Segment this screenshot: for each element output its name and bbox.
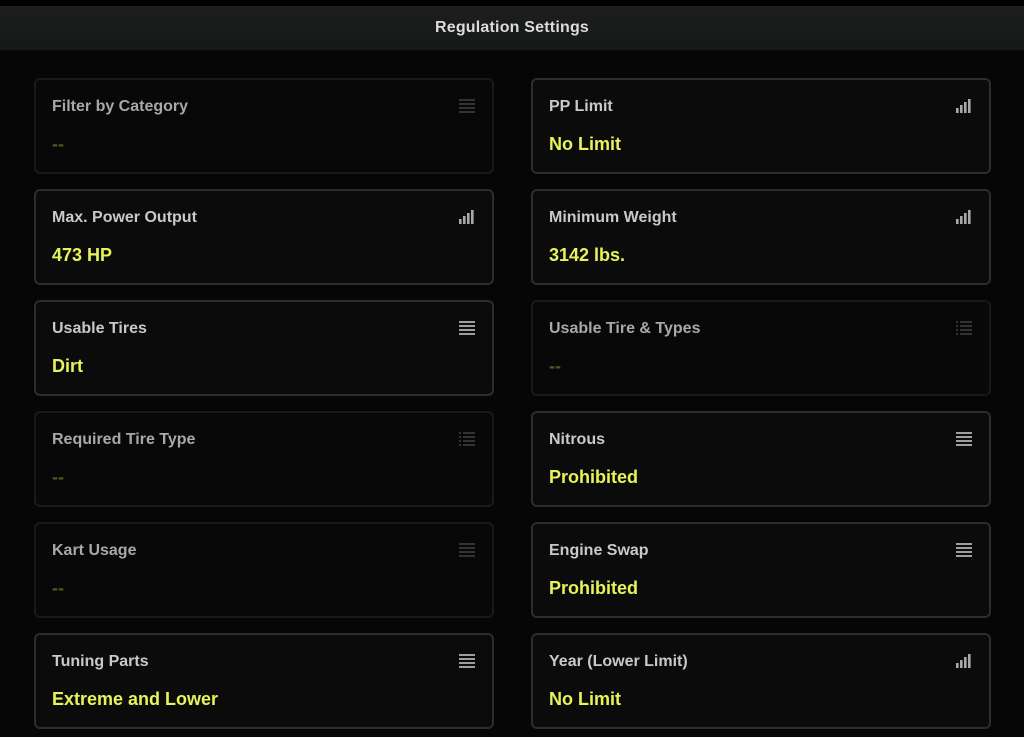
setting-value: Prohibited — [549, 467, 638, 487]
setting-value: 473 HP — [52, 245, 113, 265]
setting-card-tuning-parts[interactable]: Tuning Parts Extreme and Lower — [34, 633, 494, 729]
setting-label: Required Tire Type — [52, 431, 196, 448]
setting-value: Extreme and Lower — [52, 689, 219, 709]
setting-value: No Limit — [549, 134, 621, 154]
setting-label: PP Limit — [549, 98, 613, 115]
setting-card-required-tire-type[interactable]: Required Tire Type -- — [34, 411, 494, 507]
setting-label: Minimum Weight — [549, 209, 677, 226]
page-title: Regulation Settings — [434, 19, 590, 36]
setting-label: Tuning Parts — [52, 653, 149, 670]
setting-card-usable-tires[interactable]: Usable Tires Dirt — [34, 300, 494, 396]
setting-value: No Limit — [549, 689, 621, 709]
setting-value: Prohibited — [549, 578, 638, 598]
setting-label: Nitrous — [549, 431, 605, 448]
setting-label: Engine Swap — [549, 542, 649, 559]
setting-value: -- — [52, 134, 64, 154]
list-icon — [458, 98, 476, 114]
list-icon — [955, 542, 973, 558]
list-icon — [955, 320, 973, 336]
setting-label: Usable Tire & Types — [549, 320, 701, 337]
setting-card-nitrous[interactable]: Nitrous Prohibited — [531, 411, 991, 507]
setting-card-engine-swap[interactable]: Engine Swap Prohibited — [531, 522, 991, 618]
list-icon — [458, 320, 476, 336]
setting-card-pp-limit[interactable]: PP Limit No Limit — [531, 78, 991, 174]
setting-label: Year (Lower Limit) — [549, 653, 688, 670]
setting-label: Filter by Category — [52, 98, 189, 115]
header-bar: Regulation Settings — [0, 6, 1024, 51]
setting-value: -- — [549, 356, 561, 376]
setting-value: -- — [52, 467, 64, 487]
list-icon — [458, 653, 476, 669]
list-icon — [458, 542, 476, 558]
signal-bars-icon — [955, 209, 973, 225]
setting-card-max-power-output[interactable]: Max. Power Output 473 HP — [34, 189, 494, 285]
list-icon — [955, 431, 973, 447]
setting-card-usable-tire-types[interactable]: Usable Tire & Types -- — [531, 300, 991, 396]
setting-value: 3142 lbs. — [549, 245, 626, 265]
setting-label: Usable Tires — [52, 320, 147, 337]
signal-bars-icon — [955, 653, 973, 669]
setting-card-minimum-weight[interactable]: Minimum Weight 3142 lbs. — [531, 189, 991, 285]
setting-label: Max. Power Output — [52, 209, 197, 226]
signal-bars-icon — [955, 98, 973, 114]
setting-value: -- — [52, 578, 64, 598]
setting-card-filter-by-category[interactable]: Filter by Category -- — [34, 78, 494, 174]
setting-card-kart-usage[interactable]: Kart Usage -- — [34, 522, 494, 618]
setting-value: Dirt — [52, 356, 83, 376]
setting-card-year-lower-limit[interactable]: Year (Lower Limit) No Limit — [531, 633, 991, 729]
list-icon — [458, 431, 476, 447]
signal-bars-icon — [458, 209, 476, 225]
setting-label: Kart Usage — [52, 542, 137, 559]
